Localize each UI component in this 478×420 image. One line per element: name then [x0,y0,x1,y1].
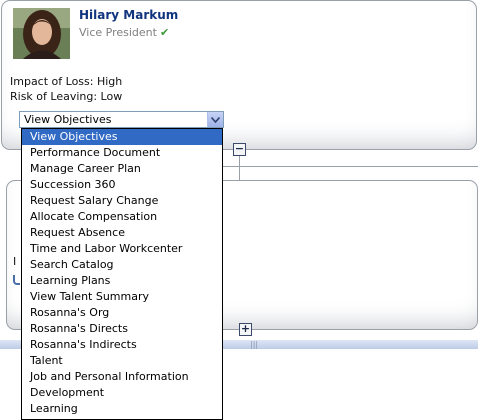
dropdown-option-time-and-labor-workcenter[interactable]: Time and Labor Workcenter [22,241,222,257]
action-select-value: View Objectives [24,113,112,126]
employee-name[interactable]: Hilary Markum [79,8,178,22]
employee-title-row: Vice President ✔ [79,26,169,39]
partial-label: I [13,255,17,268]
dropdown-option-development[interactable]: Development [22,385,222,401]
dropdown-option-learning[interactable]: Learning [22,401,222,417]
org-connector-horizontal [222,166,478,167]
expand-toggle[interactable]: + [239,323,252,336]
dropdown-option-request-salary-change[interactable]: Request Salary Change [22,193,222,209]
impact-of-loss: Impact of Loss: High [10,75,123,88]
dropdown-option-learning-plans[interactable]: Learning Plans [22,273,222,289]
dropdown-option-manage-career-plan[interactable]: Manage Career Plan [22,161,222,177]
risk-of-leaving: Risk of Leaving: Low [10,90,123,103]
splitter-grip-icon[interactable]: ||| [250,340,258,349]
dropdown-option-job-and-personal-information[interactable]: Job and Personal Information [22,369,222,385]
dropdown-option-succession-360[interactable]: Succession 360 [22,177,222,193]
dropdown-option-rosannas-indirects[interactable]: Rosanna's Indirects [22,337,222,353]
dropdown-option-talent[interactable]: Talent [22,353,222,369]
chevron-down-icon[interactable] [207,112,223,127]
dropdown-option-view-objectives[interactable]: View Objectives [22,129,222,145]
employee-title: Vice President [79,26,157,39]
checkmark-icon: ✔ [159,26,170,39]
dropdown-option-view-talent-summary[interactable]: View Talent Summary [22,289,222,305]
dropdown-option-request-absence[interactable]: Request Absence [22,225,222,241]
dropdown-option-allocate-compensation[interactable]: Allocate Compensation [22,209,222,225]
dropdown-option-performance-document[interactable]: Performance Document [22,145,222,161]
partial-icon [13,275,20,285]
collapse-toggle[interactable]: − [233,143,246,156]
action-select[interactable]: View Objectives [19,111,224,128]
dropdown-option-rosannas-org[interactable]: Rosanna's Org [22,305,222,321]
dropdown-option-search-catalog[interactable]: Search Catalog [22,257,222,273]
org-connector-vertical [239,156,240,180]
employee-photo [13,8,70,59]
action-dropdown-list[interactable]: View Objectives Performance Document Man… [21,128,223,420]
dropdown-option-rosannas-directs[interactable]: Rosanna's Directs [22,321,222,337]
